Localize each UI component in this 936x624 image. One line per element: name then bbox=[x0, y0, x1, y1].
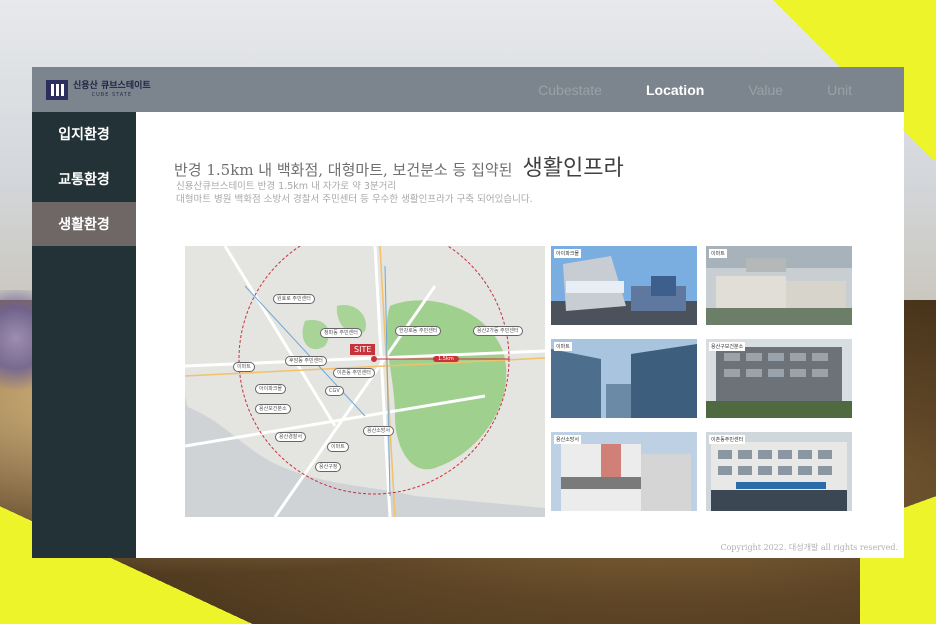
photo-caption: 이마트 bbox=[709, 249, 727, 258]
map-poi: 용산소방서 bbox=[363, 426, 395, 436]
photo-mart: 이마트 bbox=[706, 246, 852, 325]
page-headline: 반경 1.5km 내 백화점, 대형마트, 보건분소 등 집약된 생활인프라 bbox=[174, 150, 624, 182]
map-poi: 후암동 주민센터 bbox=[285, 356, 327, 366]
headline-main: 반경 1.5km 내 백화점, 대형마트, 보건분소 등 집약된 bbox=[174, 161, 513, 179]
map-graphic bbox=[185, 246, 545, 517]
map-site-marker: SITE bbox=[350, 344, 376, 355]
photo-caption: 이촌동주민센터 bbox=[709, 435, 746, 444]
map-poi: CGV bbox=[325, 386, 344, 396]
sidebar-item-living-environment[interactable]: 생활환경 bbox=[32, 202, 136, 246]
top-navigation-bar: 신용산 큐브스테이트 CUBE STATE Cubestate Location… bbox=[32, 67, 904, 112]
description-line-2: 대형마트 병원 백화점 소방서 경찰서 주민센터 등 우수한 생활인프라가 구축… bbox=[176, 194, 533, 205]
logo-mark-icon bbox=[46, 80, 68, 100]
photo-fire-station: 용산소방서 bbox=[551, 432, 697, 511]
map-poi: 이촌동 주민센터 bbox=[333, 368, 375, 378]
nav-value[interactable]: Value bbox=[748, 82, 783, 98]
headline-strong: 생활인프라 bbox=[522, 156, 624, 181]
map-poi: 이마트 bbox=[327, 442, 349, 452]
map-poi: 청파동 주민센터 bbox=[320, 328, 362, 338]
photo-apartment: 이마트 bbox=[551, 339, 697, 418]
logo-subtitle: CUBE STATE bbox=[91, 92, 133, 98]
brand-logo[interactable]: 신용산 큐브스테이트 CUBE STATE bbox=[46, 79, 176, 101]
main-nav: Cubestate Location Value Unit bbox=[494, 67, 852, 112]
description-line-1: 신용산큐브스테이트 반경 1.5km 내 자가로 약 3분거리 bbox=[176, 181, 397, 192]
content-area: 반경 1.5km 내 백화점, 대형마트, 보건분소 등 집약된 생활인프라 신… bbox=[136, 112, 904, 558]
nav-location[interactable]: Location bbox=[646, 82, 704, 98]
logo-name: 신용산 큐브스테이트 bbox=[73, 81, 151, 91]
map-poi: 한강로동 주민센터 bbox=[395, 326, 442, 336]
map-poi: 원효로 주민센터 bbox=[273, 294, 315, 304]
map-poi: 용산구청 bbox=[315, 462, 342, 472]
description: 신용산큐브스테이트 반경 1.5km 내 자가로 약 3분거리 대형마트 병원 … bbox=[176, 180, 533, 206]
map-poi: 용산보건분소 bbox=[255, 404, 291, 414]
copyright: Copyright 2022. 대성개발 all rights reserved… bbox=[720, 543, 898, 552]
photo-caption: 이마트 bbox=[554, 342, 572, 351]
photo-community-center: 이촌동주민센터 bbox=[706, 432, 852, 511]
photo-caption: 용산구보건분소 bbox=[709, 342, 746, 351]
nav-cubestate[interactable]: Cubestate bbox=[538, 82, 602, 98]
map-poi: 이마트 bbox=[233, 362, 255, 372]
map-distance-label: 1.5km bbox=[433, 356, 459, 362]
photo-department-store: 아이파크몰 bbox=[551, 246, 697, 325]
map-poi: 용산2가동 주민센터 bbox=[473, 326, 523, 336]
photo-caption: 아이파크몰 bbox=[554, 249, 582, 258]
sidebar-item-location-environment[interactable]: 입지환경 bbox=[32, 112, 136, 156]
main-window: 신용산 큐브스테이트 CUBE STATE Cubestate Location… bbox=[32, 67, 904, 558]
sidebar-item-transport-environment[interactable]: 교통환경 bbox=[32, 157, 136, 201]
location-map: SITE 1.5km 원효로 주민센터 청파동 주민센터 한강로동 주민센터 용… bbox=[185, 246, 545, 517]
sidebar: 입지환경 교통환경 생활환경 bbox=[32, 112, 136, 558]
map-poi: 아이파크몰 bbox=[255, 384, 287, 394]
nav-unit[interactable]: Unit bbox=[827, 82, 852, 98]
photo-caption: 용산소방서 bbox=[554, 435, 582, 444]
photo-health-center: 용산구보건분소 bbox=[706, 339, 852, 418]
map-poi: 용산경찰서 bbox=[275, 432, 307, 442]
